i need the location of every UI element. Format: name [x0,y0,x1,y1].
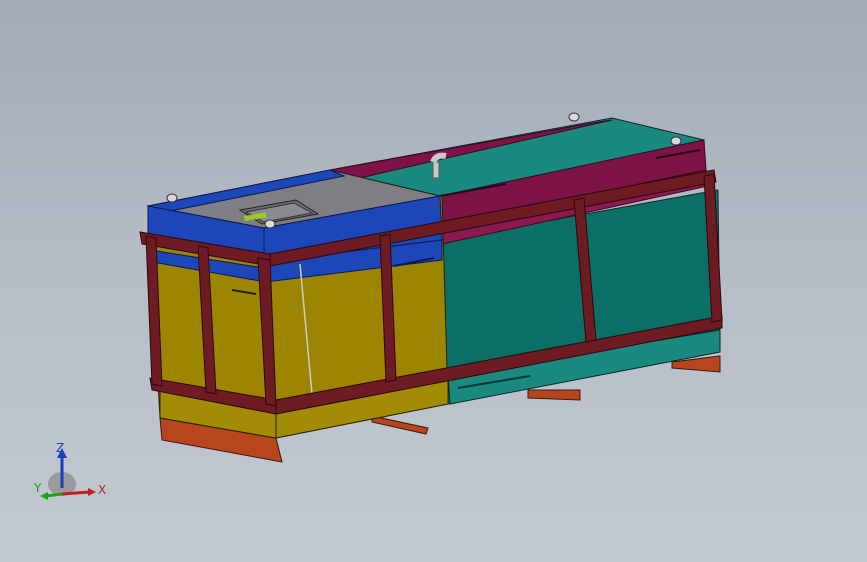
lug-2 [264,219,276,229]
lug-3 [568,112,580,122]
y-axis-arrow [45,492,63,498]
lug-1 [166,193,178,203]
skid-mid-left [371,415,429,435]
skid-mid-right [527,389,581,401]
assembly-model[interactable] [0,0,867,562]
x-axis-label: X [98,483,106,497]
graphics-viewport[interactable]: Z Y X [0,0,867,562]
coordinate-triad: Z Y X [33,441,106,500]
lug-4 [670,136,682,146]
z-axis-label: Z [56,441,64,455]
y-axis-label: Y [33,481,42,495]
x-axis-head [88,488,96,496]
x-axis-arrow [61,490,91,496]
